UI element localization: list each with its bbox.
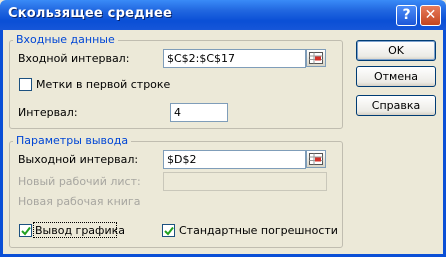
output-group-legend: Параметры вывода (13, 134, 132, 147)
title-bar[interactable]: Скользящее среднее ? ✕ (0, 0, 446, 30)
moving-average-dialog: Скользящее среднее ? ✕ Входные данные Вх… (0, 0, 446, 257)
input-range-field[interactable]: $C$2:$C$17 (163, 49, 306, 68)
help-button[interactable]: Справка (356, 95, 436, 116)
labels-in-first-row-label: Метки в первой строке (36, 78, 171, 91)
output-range-field[interactable]: $D$2 (163, 150, 306, 169)
new-workbook-label: Новая рабочая книга (18, 195, 141, 208)
ok-button[interactable]: OK (356, 40, 436, 61)
chart-output-checkbox[interactable] (19, 224, 32, 237)
interval-label: Интервал: (18, 106, 78, 119)
input-range-label: Входной интервал: (18, 52, 130, 65)
new-worksheet-label: Новый рабочий лист: (18, 175, 141, 188)
input-range-collapse-button[interactable] (306, 49, 326, 67)
cancel-button[interactable]: Отмена (356, 66, 436, 87)
checkmark-icon (164, 226, 174, 236)
chart-output-label: Вывод графика (35, 224, 125, 237)
window-border-left (0, 30, 3, 257)
interval-field[interactable]: 4 (170, 103, 228, 122)
standard-errors-checkbox[interactable] (162, 224, 175, 237)
new-worksheet-field (163, 172, 327, 191)
output-range-collapse-button[interactable] (306, 150, 326, 168)
output-range-label: Выходной интервал: (18, 153, 139, 166)
window-title: Скользящее среднее (8, 6, 173, 21)
help-question-icon[interactable]: ? (396, 5, 417, 26)
standard-errors-label: Стандартные погрешности (179, 224, 338, 237)
range-select-icon (309, 52, 323, 64)
labels-in-first-row-checkbox[interactable] (19, 78, 32, 91)
checkmark-icon (21, 226, 31, 236)
close-icon[interactable]: ✕ (420, 5, 441, 26)
range-select-icon (309, 153, 323, 165)
input-group-legend: Входные данные (13, 33, 118, 46)
